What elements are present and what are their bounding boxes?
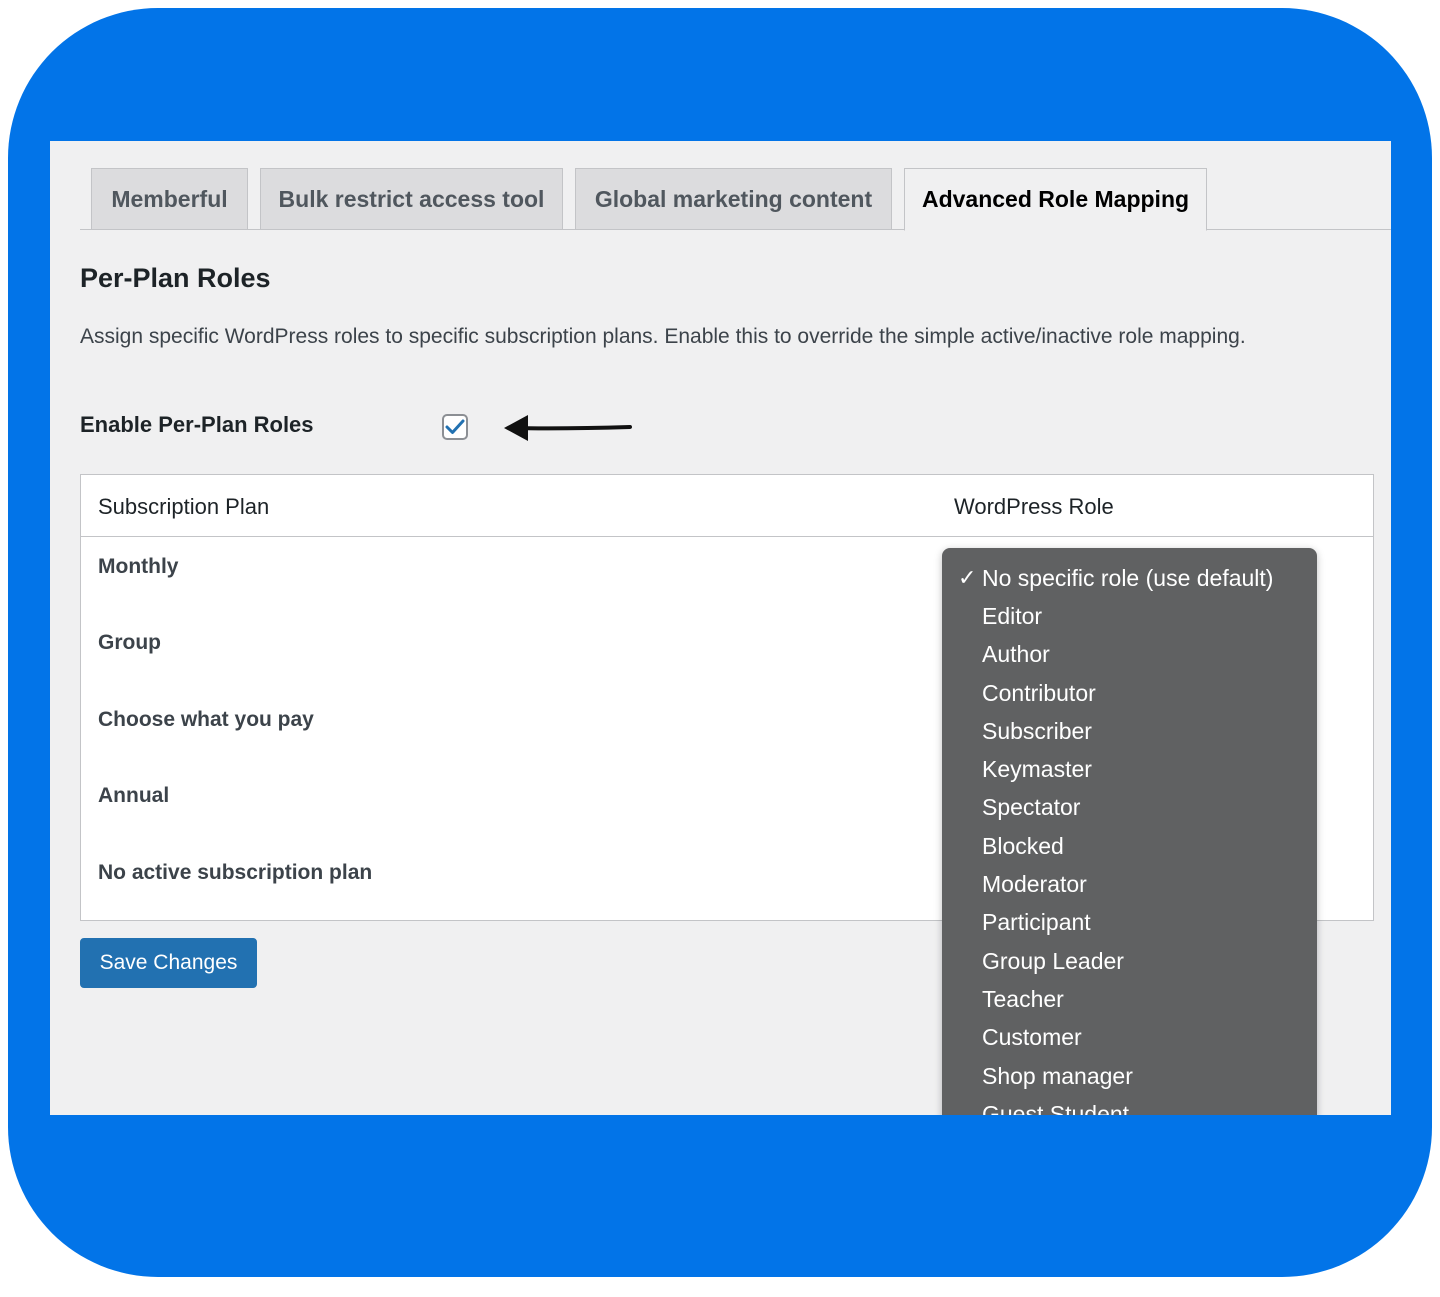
arrow-left-icon (504, 415, 632, 441)
dropdown-option[interactable]: Contributor (942, 674, 1317, 712)
table-row-label: Group (98, 631, 161, 654)
tab-global-marketing-content[interactable]: Global marketing content (575, 168, 892, 230)
role-select-dropdown[interactable]: ✓ No specific role (use default) Editor … (942, 548, 1317, 1115)
dropdown-option[interactable]: Customer (942, 1019, 1317, 1057)
dropdown-option[interactable]: Moderator (942, 865, 1317, 903)
dropdown-option[interactable]: Subscriber (942, 712, 1317, 750)
settings-screen: Memberful Bulk restrict access tool Glob… (50, 141, 1391, 1115)
table-row-label: Monthly (98, 555, 179, 578)
save-changes-button[interactable]: Save Changes (80, 938, 257, 988)
dropdown-option[interactable]: Spectator (942, 789, 1317, 827)
dropdown-option[interactable]: Blocked (942, 827, 1317, 865)
table-row-label: Choose what you pay (98, 708, 314, 731)
table-row-label: Annual (98, 784, 170, 807)
tab-bulk-restrict-access-tool[interactable]: Bulk restrict access tool (260, 168, 563, 230)
dropdown-option[interactable]: Shop manager (942, 1057, 1317, 1095)
tab-advanced-role-mapping[interactable]: Advanced Role Mapping (904, 168, 1207, 231)
tab-bar: Memberful Bulk restrict access tool Glob… (80, 168, 1391, 231)
dropdown-option[interactable]: Author (942, 636, 1317, 674)
table-row-label: No active subscription plan (98, 861, 373, 884)
section-title: Per-Plan Roles (80, 263, 271, 293)
dropdown-option-label: No specific role (use default) (982, 564, 1274, 591)
dropdown-option[interactable]: Guest Student (942, 1095, 1317, 1115)
dropdown-option-selected[interactable]: ✓ No specific role (use default) (942, 559, 1317, 597)
dropdown-option[interactable]: Teacher (942, 980, 1317, 1018)
enable-per-plan-roles-label: Enable Per-Plan Roles (80, 412, 314, 437)
dropdown-option[interactable]: Group Leader (942, 942, 1317, 980)
dropdown-option[interactable]: Keymaster (942, 750, 1317, 788)
dropdown-option[interactable]: Editor (942, 597, 1317, 635)
checkmark-icon: ✓ (958, 565, 977, 590)
column-header-wordpress-role: WordPress Role (954, 494, 1114, 519)
table-header: Subscription Plan WordPress Role (81, 475, 1373, 537)
column-header-subscription-plan: Subscription Plan (98, 494, 270, 519)
dropdown-option[interactable]: Participant (942, 904, 1317, 942)
checkmark-icon (445, 419, 465, 434)
section-description: Assign specific WordPress roles to speci… (80, 325, 1246, 348)
enable-per-plan-roles-checkbox[interactable] (442, 414, 468, 440)
tab-memberful[interactable]: Memberful (91, 168, 248, 230)
